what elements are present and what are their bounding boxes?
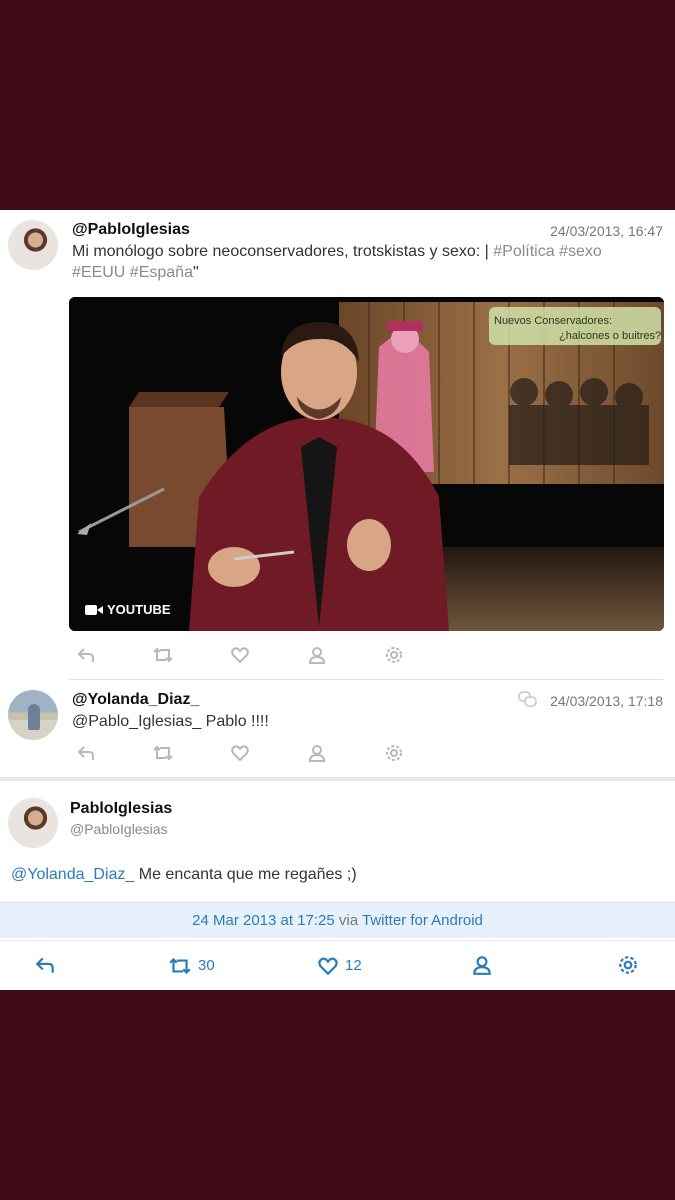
follow-icon	[473, 956, 491, 975]
like-icon	[318, 957, 338, 976]
reply-icon[interactable]	[75, 743, 97, 765]
tweet-text: @Pablo_Iglesias_ Pablo !!!!	[72, 711, 269, 732]
user-handle[interactable]: @PabloIglesias	[70, 821, 168, 837]
display-name[interactable]: PabloIglesias	[70, 800, 172, 818]
tweet-divider	[69, 679, 663, 680]
tweet-text-body: Pablo !!!!	[201, 713, 269, 730]
mention-link[interactable]: @Yolanda_Diaz_	[11, 866, 134, 883]
tweet-date: 24/03/2013, 17:18	[550, 693, 663, 709]
follow-icon[interactable]	[306, 743, 328, 765]
retweet-button[interactable]: 30	[168, 954, 215, 978]
video-camera-icon	[85, 604, 103, 616]
youtube-badge: YOUTUBE	[85, 602, 171, 617]
main-tweet-actions: 30 12	[0, 940, 675, 990]
tweet-text-body: Mi monólogo sobre neoconservadores, trot…	[72, 243, 494, 260]
avatar[interactable]	[8, 690, 58, 740]
follow-icon[interactable]	[306, 645, 328, 667]
client-link[interactable]: Twitter for Android	[362, 912, 483, 929]
like-icon[interactable]	[229, 645, 251, 667]
settings-button[interactable]	[617, 954, 639, 978]
tweet-actions	[75, 743, 415, 767]
follow-button[interactable]	[471, 954, 493, 978]
hashtags-line1[interactable]: #Política #sexo	[493, 243, 602, 260]
conversation-icon[interactable]	[518, 691, 538, 709]
reply-button[interactable]	[34, 954, 56, 978]
video-frame-illustration: Nuevos Conservadores: ¿halcones o buitre…	[69, 297, 664, 631]
video-caption-line1: Nuevos Conservadores:	[494, 315, 612, 327]
settings-gear-icon	[619, 956, 637, 974]
retweet-icon[interactable]	[152, 645, 174, 667]
youtube-video-thumbnail[interactable]: Nuevos Conservadores: ¿halcones o buitre…	[69, 297, 664, 631]
youtube-badge-label: YOUTUBE	[107, 602, 171, 617]
like-count: 12	[345, 957, 362, 974]
retweet-count: 30	[198, 957, 215, 974]
like-icon[interactable]	[229, 743, 251, 765]
tweet-text: Mi monólogo sobre neoconservadores, trot…	[72, 241, 662, 283]
retweet-icon[interactable]	[152, 743, 174, 765]
mention-link[interactable]: @Pablo_Iglesias_	[72, 713, 201, 730]
tweet-metadata-bar: 24 Mar 2013 at 17:25 via Twitter for And…	[0, 902, 675, 938]
tweet-author-handle[interactable]: @Yolanda_Diaz_	[72, 691, 199, 709]
via-word: via	[334, 912, 362, 929]
like-button[interactable]: 12	[317, 954, 362, 978]
settings-gear-icon[interactable]	[383, 645, 405, 667]
reply-icon	[35, 957, 54, 973]
settings-gear-icon[interactable]	[383, 743, 405, 765]
tweet-text-body: Me encanta que me regañes ;)	[134, 866, 357, 883]
section-divider	[0, 777, 675, 781]
retweet-icon	[169, 957, 191, 975]
tweet-date: 24/03/2013, 16:47	[550, 223, 663, 239]
tweet-author-handle[interactable]: @PabloIglesias	[72, 221, 190, 239]
video-caption-line2: ¿halcones o buitres?	[559, 330, 661, 342]
hashtags-line2[interactable]: #EEUU #España	[72, 264, 193, 281]
avatar[interactable]	[8, 798, 58, 848]
reply-icon[interactable]	[75, 645, 97, 667]
tweet-actions	[75, 645, 415, 669]
tweet-text-suffix: "	[192, 264, 199, 281]
timestamp-link[interactable]: 24 Mar 2013 at 17:25	[192, 912, 335, 929]
avatar[interactable]	[8, 220, 58, 270]
main-tweet-text: @Yolanda_Diaz_ Me encanta que me regañes…	[11, 866, 357, 884]
